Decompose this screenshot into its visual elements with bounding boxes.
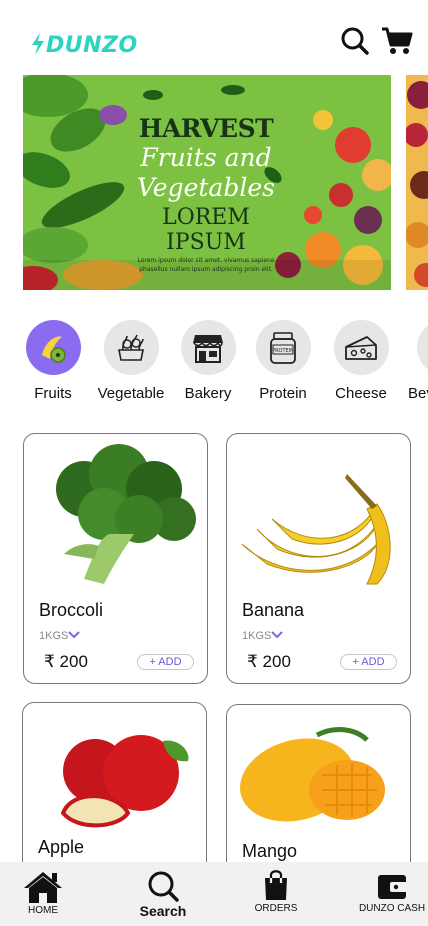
logo-text: DUNZO (46, 33, 138, 58)
product-card-broccoli[interactable]: Broccoli 1KGS ₹ 200 + ADD (23, 433, 208, 684)
banner-fine-print-1: Lorem ipsum dolor sit amet, vivamus sapi… (137, 257, 275, 264)
protein-jar-label: PROTEIN (272, 348, 294, 354)
category-label: Fruits (34, 385, 72, 402)
broccoli-image (56, 444, 196, 584)
banner-heading: HARVEST (138, 114, 274, 143)
nav-label: ORDERS (254, 903, 298, 914)
product-weight: 1KGS (242, 630, 272, 642)
nav-home[interactable]: HOME (21, 870, 65, 916)
category-circle (417, 320, 428, 375)
category-circle (180, 320, 236, 375)
nav-search[interactable]: Search (136, 870, 190, 919)
category-label: Vegetable (97, 385, 165, 402)
search-icon[interactable] (340, 26, 370, 56)
vegetable-icon (118, 334, 144, 361)
product-weight: 1KGS (39, 630, 69, 642)
bottom-navigation: HOME Search ORDERS DUNZO CASH (0, 862, 428, 926)
promo-banner[interactable]: HARVEST Fruits and Vegetables LOREM IPSU… (23, 75, 391, 290)
product-name: Apple (38, 837, 85, 857)
category-vegetable[interactable]: Vegetable (91, 320, 171, 402)
fruits-icon (42, 336, 66, 363)
category-label: Bev (408, 385, 428, 402)
category-protein[interactable]: PROTEIN Protein (243, 320, 323, 402)
category-fruits[interactable]: Fruits (13, 320, 93, 402)
category-circle: PROTEIN (255, 320, 311, 375)
banner-fine-print-2: phasellus nullam ipsum adipiscing proin … (139, 266, 273, 273)
protein-jar-icon: PROTEIN (270, 331, 296, 364)
bakery-icon (193, 334, 223, 363)
next-banner-peek[interactable] (406, 75, 428, 290)
nav-label: Search (139, 903, 187, 919)
category-circle (25, 320, 81, 375)
nav-label: DUNZO CASH (358, 903, 426, 914)
dunzo-logo[interactable]: DUNZO (30, 33, 138, 58)
search-icon (148, 871, 179, 902)
chevron-down-icon (271, 631, 284, 639)
product-price: ₹ 200 (44, 652, 88, 671)
product-price: ₹ 200 (247, 652, 291, 671)
home-icon (24, 872, 62, 903)
bolt-logo-icon (32, 33, 44, 55)
product-name: Broccoli (39, 600, 104, 620)
product-weight-select[interactable]: 1KGS (39, 630, 81, 642)
nav-label: HOME (28, 905, 58, 916)
banner-lorem: LOREM IPSUM (162, 205, 250, 255)
banana-image (241, 474, 391, 585)
nav-dunzo-cash[interactable]: DUNZO CASH (357, 870, 427, 914)
category-circle (333, 320, 389, 375)
category-label: Bakery (184, 385, 232, 402)
category-bakery[interactable]: Bakery (168, 320, 248, 402)
banner-subheading-1: Fruits and (140, 143, 272, 172)
product-weight-select[interactable]: 1KGS (242, 630, 284, 642)
shopping-bag-icon (265, 870, 287, 900)
app-header: DUNZO (0, 0, 428, 74)
product-card-banana[interactable]: Banana 1KGS ₹ 200 + ADD (226, 433, 411, 684)
category-label: Protein (259, 385, 307, 402)
cheese-icon (345, 335, 377, 360)
product-name: Banana (242, 600, 305, 620)
category-circle (103, 320, 159, 375)
product-name: Mango (242, 841, 298, 861)
banner-subheading-2: Vegetables (137, 173, 275, 202)
cart-icon[interactable] (381, 26, 413, 56)
next-banner-illustration (406, 75, 428, 290)
add-to-cart-button[interactable]: + ADD (340, 654, 397, 670)
category-list: Fruits Vegetable Bakery PROTEIN Protein … (0, 320, 428, 410)
category-cheese[interactable]: Cheese (321, 320, 401, 402)
add-to-cart-button[interactable]: + ADD (137, 654, 194, 670)
banner-text-block: HARVEST Fruits and Vegetables LOREM IPSU… (136, 114, 276, 274)
nav-orders[interactable]: ORDERS (254, 870, 298, 914)
wallet-icon (378, 875, 408, 899)
category-beverage[interactable]: Bev (393, 320, 428, 402)
category-label: Cheese (335, 385, 387, 402)
chevron-down-icon (68, 631, 81, 639)
